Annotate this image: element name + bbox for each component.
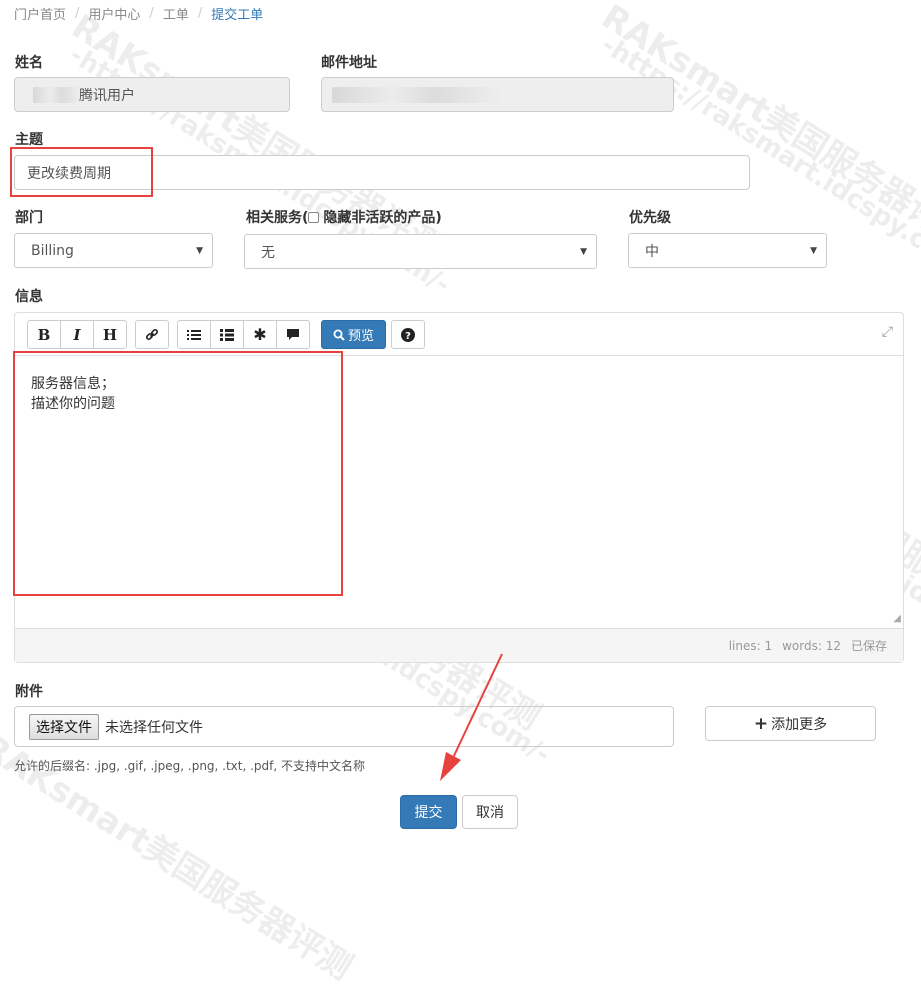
help-button-group: ? [391,320,425,349]
department-select[interactable]: Billing ▼ [14,233,213,268]
preview-label: 预览 [347,329,374,344]
message-label: 信息 [15,289,43,305]
related-service-select[interactable]: 无 ▼ [244,234,597,269]
watermark-text: RAKsmart美国服务器评测 [64,6,450,268]
list-icon [187,329,201,340]
save-status: 已保存 [850,639,887,653]
question-circle-icon: ? [401,327,415,342]
plus-icon: + [753,713,769,734]
file-input[interactable]: 选择文件 未选择任何文件 [14,706,674,747]
format-button-group: B I H [27,320,127,349]
priority-select[interactable]: 中 ▼ [628,233,827,268]
asterisk-icon: ✱ [253,325,267,344]
add-more-label: 添加更多 [771,716,828,733]
fullscreen-icon[interactable]: ⤢ [882,324,893,340]
comment-icon [287,329,299,340]
word-count: words: 12 [782,638,841,653]
no-file-text: 未选择任何文件 [105,719,203,736]
line-count: lines: 1 [728,638,773,653]
hide-inactive-label: 隐藏非活跃的产品) [323,210,442,226]
email-label: 邮件地址 [321,55,377,71]
name-value: 腾讯用户 [79,87,135,104]
hide-inactive-checkbox[interactable] [308,212,320,223]
submit-button[interactable]: 提交 [400,795,457,829]
heading-button[interactable]: H [93,320,127,349]
priority-label: 优先级 [629,210,671,226]
related-service-label: 相关服务( 隐藏非活跃的产品) [246,207,442,227]
add-more-button[interactable]: + 添加更多 [705,706,876,741]
choose-file-button[interactable]: 选择文件 [29,713,99,740]
code-button[interactable]: ✱ [243,320,277,349]
breadcrumb-tickets-link[interactable]: 工单 [163,4,189,23]
annotation-box-subject [10,147,153,197]
ordered-list-button[interactable] [210,320,244,349]
bold-button[interactable]: B [27,320,61,349]
related-service-value: 无 [261,244,275,261]
unordered-list-button[interactable] [177,320,211,349]
resize-handle-icon[interactable]: ◢ [893,613,901,624]
preview-button-group: 预览 [321,320,386,349]
list-alt-icon [220,328,234,341]
preview-button[interactable]: 预览 [321,320,386,349]
cancel-button[interactable]: 取消 [462,795,518,829]
link-button-group [135,320,169,349]
caret-down-icon: ▼ [196,245,203,256]
redacted-text [33,86,81,103]
priority-value: 中 [645,243,659,260]
breadcrumb-separator: / [75,5,80,21]
redacted-text [332,86,504,103]
caret-down-icon: ▼ [810,245,817,256]
breadcrumb-separator: / [149,5,154,21]
editor-toolbar: B I H ✱ 预览 ? ⤢ [15,313,903,356]
link-icon [145,328,159,340]
breadcrumb-home-link[interactable]: 门户首页 [14,4,66,23]
subject-label: 主题 [15,132,43,148]
allowed-extensions-hint: 允许的后缀名: .jpg, .gif, .jpeg, .png, .txt, .… [14,759,366,773]
related-service-label-text: 相关服务( [246,210,309,226]
block-button-group: ✱ [177,320,310,349]
italic-button[interactable]: I [60,320,94,349]
department-label: 部门 [15,210,43,226]
annotation-box-message [13,351,343,596]
editor-statusbar: lines: 1 words: 12 已保存 [15,628,903,662]
svg-text:?: ? [405,331,411,342]
name-label: 姓名 [15,55,43,71]
breadcrumb-client-area-link[interactable]: 用户中心 [88,4,140,23]
attachments-label: 附件 [15,684,43,700]
caret-down-icon: ▼ [580,246,587,257]
breadcrumb: 门户首页 / 用户中心 / 工单 / 提交工单 [14,4,264,23]
search-icon [333,329,345,341]
help-button[interactable]: ? [391,320,425,349]
quote-button[interactable] [276,320,310,349]
breadcrumb-current: 提交工单 [211,7,264,23]
breadcrumb-separator: / [197,5,203,21]
name-field[interactable]: 腾讯用户 [14,77,290,112]
email-field[interactable] [321,77,674,112]
department-value: Billing [31,242,74,259]
link-button[interactable] [135,320,169,349]
